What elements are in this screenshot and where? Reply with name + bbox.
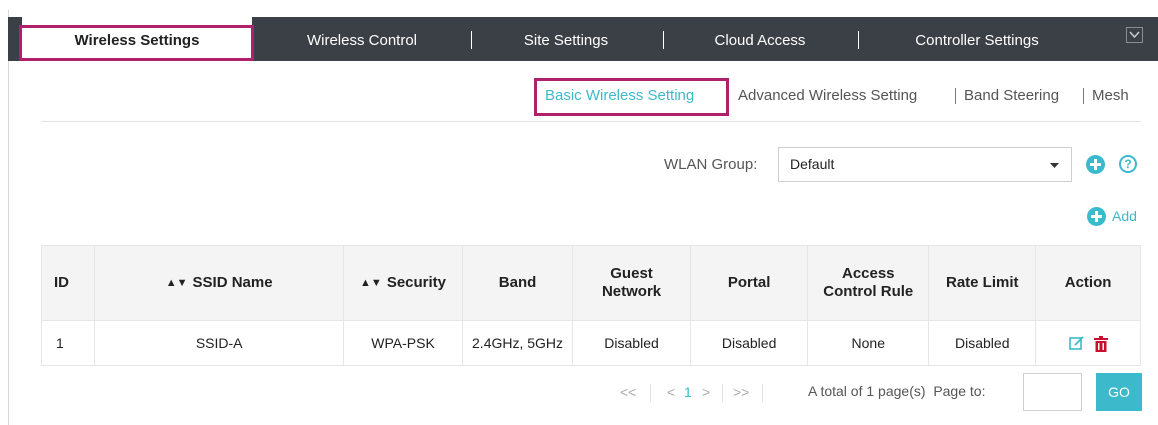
cell-action bbox=[1035, 320, 1141, 366]
subtab-advanced-wireless-setting[interactable]: Advanced Wireless Setting bbox=[738, 87, 917, 104]
cell-id: 1 bbox=[40, 320, 96, 366]
column-header-rate-limit: Rate Limit bbox=[928, 245, 1037, 321]
pagination-separator bbox=[650, 384, 651, 402]
column-header-band: Band bbox=[462, 245, 573, 321]
subtab-band-steering[interactable]: Band Steering bbox=[964, 87, 1059, 104]
tab-separator bbox=[471, 31, 472, 49]
subtab-separator bbox=[1083, 88, 1084, 104]
column-header-label: Access Control Rule bbox=[823, 265, 914, 300]
wlan-group-label: WLAN Group: bbox=[664, 156, 758, 173]
cell-rate-limit: Disabled bbox=[928, 320, 1037, 366]
pagination-separator bbox=[722, 384, 723, 402]
last-page-button[interactable]: >> bbox=[733, 384, 749, 400]
table-header-row: ID ▲▼ SSID Name ▲▼ Security Band Guest Net… bbox=[40, 245, 1141, 321]
column-header-security[interactable]: ▲▼ Security bbox=[342, 245, 464, 321]
prev-page-button[interactable]: < bbox=[667, 384, 675, 400]
wlan-group-select[interactable]: Default bbox=[778, 147, 1072, 182]
first-page-button[interactable]: << bbox=[620, 384, 636, 400]
cell-security: WPA-PSK bbox=[342, 320, 464, 366]
total-pages-text: A total of 1 page(s) bbox=[808, 383, 926, 399]
pagination-total: A total of 1 page(s) Page to: bbox=[808, 383, 985, 399]
column-header-guest-network: Guest Network bbox=[571, 245, 692, 321]
cell-band: 2.4GHz, 5GHz bbox=[462, 320, 573, 366]
page-number-input[interactable] bbox=[1023, 373, 1082, 411]
column-header-label: SSID Name bbox=[192, 274, 273, 291]
go-button[interactable]: GO bbox=[1096, 373, 1142, 411]
help-icon[interactable]: ? bbox=[1119, 155, 1137, 173]
add-ssid-button[interactable]: Add bbox=[1112, 208, 1137, 224]
tab-site-settings[interactable]: Site Settings bbox=[486, 17, 646, 61]
tab-wireless-settings[interactable]: Wireless Settings bbox=[22, 17, 252, 61]
sort-icon: ▲▼ bbox=[360, 277, 382, 289]
column-header-portal: Portal bbox=[690, 245, 809, 321]
sort-icon: ▲▼ bbox=[165, 277, 188, 289]
add-ssid-icon[interactable] bbox=[1087, 207, 1106, 226]
tab-controller-settings[interactable]: Controller Settings bbox=[872, 17, 1082, 61]
column-header-ssid-name[interactable]: ▲▼ SSID Name bbox=[94, 245, 344, 321]
table-row: 1 SSID-A WPA-PSK 2.4GHz, 5GHz Disabled D… bbox=[40, 320, 1141, 366]
column-header-label: Security bbox=[386, 274, 447, 291]
cell-guest-network: Disabled bbox=[571, 320, 692, 366]
tab-cloud-access[interactable]: Cloud Access bbox=[680, 17, 840, 61]
add-wlan-group-icon[interactable] bbox=[1086, 155, 1105, 174]
more-tabs-button[interactable] bbox=[1126, 27, 1143, 43]
pagination-separator bbox=[762, 384, 763, 402]
subtab-basic-wireless-setting[interactable]: Basic Wireless Setting bbox=[545, 87, 694, 104]
tab-wireless-control[interactable]: Wireless Control bbox=[272, 17, 452, 61]
column-header-action: Action bbox=[1035, 245, 1141, 321]
divider bbox=[41, 121, 1141, 122]
column-header-label: Guest Network bbox=[601, 265, 662, 300]
subtab-separator bbox=[955, 88, 956, 104]
ssid-table: ID ▲▼ SSID Name ▲▼ Security Band Guest Net… bbox=[40, 245, 1141, 366]
caret-down-icon bbox=[1050, 163, 1059, 168]
cell-access-control-rule: None bbox=[807, 320, 930, 366]
tab-separator bbox=[663, 31, 664, 49]
page-to-label: Page to: bbox=[933, 383, 986, 399]
wlan-group-value: Default bbox=[790, 156, 835, 172]
subtab-mesh[interactable]: Mesh bbox=[1092, 87, 1129, 104]
edit-icon[interactable] bbox=[1068, 336, 1084, 351]
cell-portal: Disabled bbox=[690, 320, 809, 366]
delete-icon[interactable] bbox=[1093, 335, 1108, 352]
cell-ssid-name: SSID-A bbox=[94, 320, 344, 366]
column-header-access-control-rule: Access Control Rule bbox=[807, 245, 930, 321]
column-header-id: ID bbox=[40, 245, 96, 321]
current-page[interactable]: 1 bbox=[684, 384, 692, 400]
next-page-button[interactable]: > bbox=[702, 384, 710, 400]
tab-separator bbox=[858, 31, 859, 49]
chevron-down-icon bbox=[1129, 31, 1140, 39]
